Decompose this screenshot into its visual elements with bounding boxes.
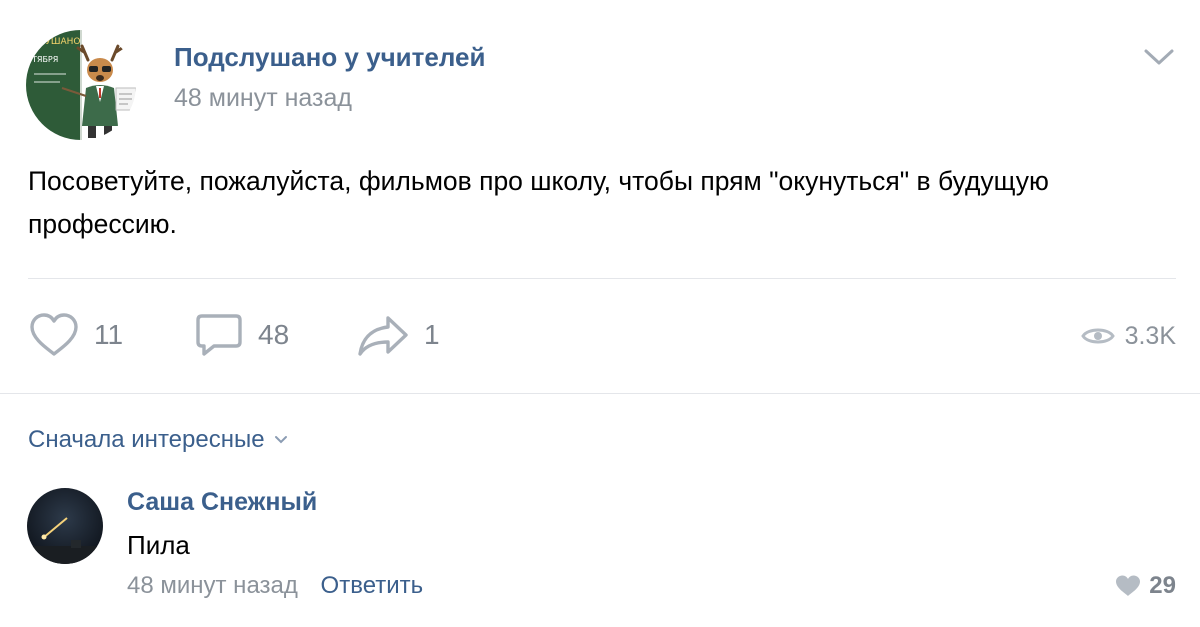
post-author-name[interactable]: Подслушано у учителей — [174, 42, 485, 73]
post-text: Посоветуйте, пожалуйста, фильмов про шко… — [28, 166, 1049, 239]
deer-teacher-avatar-image: ...ЛУШАНО ТЯБРЯ — [26, 30, 136, 140]
heart-filled-icon — [1116, 575, 1141, 596]
comment-timestamp[interactable]: 48 минут назад — [127, 572, 298, 599]
like-button[interactable]: 11 — [28, 312, 123, 358]
views-counter: 3.3K — [1080, 318, 1176, 354]
comment-author-name[interactable]: Саша Снежный — [127, 488, 317, 517]
avatar-logo-text: ...ЛУШАНО — [30, 37, 80, 47]
comment-meta: 48 минут назад Ответить — [127, 572, 423, 600]
comment-avatar[interactable] — [27, 488, 103, 564]
night-sky-avatar-image — [27, 488, 103, 564]
chevron-down-icon — [274, 436, 287, 444]
section-divider — [0, 393, 1200, 394]
chevron-down-icon — [1144, 49, 1174, 65]
group-avatar[interactable]: ...ЛУШАНО ТЯБРЯ — [26, 30, 136, 140]
reply-button[interactable]: Ответить — [321, 572, 424, 599]
share-count: 1 — [424, 319, 440, 350]
comment-icon — [196, 314, 242, 356]
post-divider — [28, 278, 1176, 279]
avatar-board-text: ТЯБРЯ — [31, 55, 58, 64]
eye-icon — [1080, 328, 1115, 344]
post-menu-button[interactable] — [1142, 45, 1176, 69]
comments-sort-dropdown[interactable]: Сначала интересные — [28, 426, 289, 454]
comment-like-button[interactable]: 29 — [1115, 572, 1176, 600]
share-arrow-icon — [358, 316, 408, 356]
heart-icon — [30, 313, 78, 356]
comment-button[interactable]: 48 — [194, 312, 289, 358]
share-button[interactable]: 1 — [356, 312, 440, 358]
comments-sort-label: Сначала интересные — [28, 426, 265, 453]
comment-count: 48 — [258, 319, 290, 350]
views-count: 3.3K — [1124, 321, 1176, 350]
comment-text: Пила — [127, 530, 190, 560]
like-count: 11 — [94, 319, 124, 350]
post-timestamp[interactable]: 48 минут назад — [174, 84, 352, 113]
comment-like-count: 29 — [1149, 572, 1176, 599]
post-header: ...ЛУШАНО ТЯБРЯ Подслушано у учителей 48… — [26, 30, 1176, 140]
